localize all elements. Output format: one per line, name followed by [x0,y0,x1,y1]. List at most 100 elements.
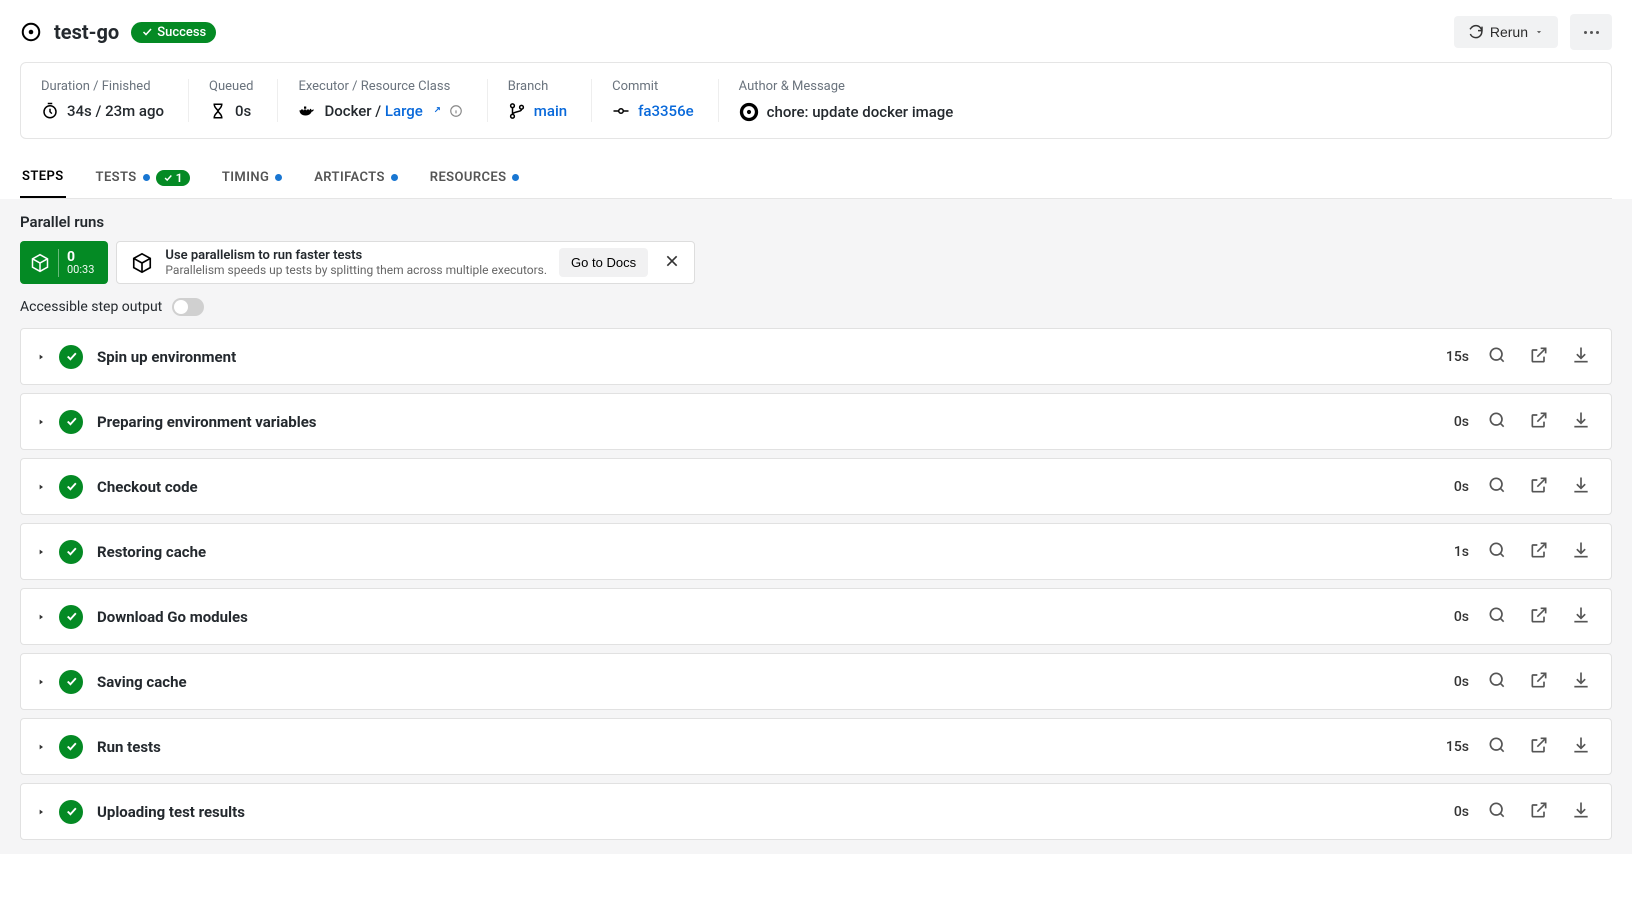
step-row[interactable]: Download Go modules 0s [20,588,1612,645]
success-icon [59,735,83,759]
download-icon [1571,540,1591,560]
download-step-button[interactable] [1567,471,1595,502]
step-duration: 0s [1454,804,1469,820]
step-row[interactable]: Uploading test results 0s [20,783,1612,840]
tab-dot-icon [391,174,398,181]
meta-duration: Duration / Finished 34s / 23m ago [41,79,189,122]
open-step-button[interactable] [1525,666,1553,697]
rerun-icon [1468,24,1484,40]
download-step-button[interactable] [1567,536,1595,567]
tab-resources[interactable]: RESOURCES [428,158,522,197]
step-row[interactable]: Saving cache 0s [20,653,1612,710]
tab-tests[interactable]: TESTS 1 [94,158,192,198]
parallelism-info-box: Use parallelism to run faster tests Para… [116,241,695,284]
download-icon [1571,410,1591,430]
search-step-button[interactable] [1483,341,1511,372]
step-row[interactable]: Run tests 15s [20,718,1612,775]
open-step-button[interactable] [1525,406,1553,437]
download-step-button[interactable] [1567,666,1595,697]
tab-steps[interactable]: STEPS [20,157,66,198]
accessible-output-label: Accessible step output [20,299,162,315]
search-step-button[interactable] [1483,601,1511,632]
step-name: Preparing environment variables [97,413,1440,431]
download-step-button[interactable] [1567,406,1595,437]
circleci-icon [20,21,42,43]
success-icon [59,605,83,629]
tab-timing[interactable]: TIMING [220,158,284,197]
download-icon [1571,475,1591,495]
download-step-button[interactable] [1567,731,1595,762]
tabs: STEPS TESTS 1 TIMING ARTIFACTS RESOURCES [20,157,1612,199]
success-icon [59,540,83,564]
accessible-output-toggle[interactable] [172,298,204,316]
step-name: Checkout code [97,478,1440,496]
step-row[interactable]: Checkout code 0s [20,458,1612,515]
external-link-icon [1529,735,1549,755]
close-info-button[interactable] [660,249,684,276]
download-step-button[interactable] [1567,796,1595,827]
search-icon [1487,410,1507,430]
step-duration: 1s [1454,544,1469,560]
more-actions-button[interactable] [1570,14,1612,50]
external-link-icon [1529,345,1549,365]
open-step-button[interactable] [1525,536,1553,567]
close-icon [664,253,680,269]
tab-artifacts[interactable]: ARTIFACTS [312,158,400,197]
expand-icon [37,418,45,426]
resource-class-link[interactable]: Large [385,102,423,120]
tab-dot-icon [512,174,519,181]
open-step-button[interactable] [1525,341,1553,372]
external-link-icon [431,106,441,116]
meta-executor: Executor / Resource Class Docker / Large [298,79,487,122]
search-step-button[interactable] [1483,796,1511,827]
search-step-button[interactable] [1483,536,1511,567]
success-icon [59,670,83,694]
open-step-button[interactable] [1525,601,1553,632]
steps-list: Spin up environment 15s Preparing enviro… [20,328,1612,840]
expand-icon [37,678,45,686]
search-icon [1487,475,1507,495]
check-icon [141,26,153,38]
box-icon [30,253,50,273]
download-icon [1571,800,1591,820]
search-icon [1487,800,1507,820]
meta-commit: Commit fa3356e [612,79,719,122]
branch-icon [508,102,526,120]
search-step-button[interactable] [1483,666,1511,697]
step-row[interactable]: Preparing environment variables 0s [20,393,1612,450]
download-step-button[interactable] [1567,341,1595,372]
tab-dot-icon [143,174,150,181]
external-link-icon [1529,605,1549,625]
download-step-button[interactable] [1567,601,1595,632]
step-row[interactable]: Restoring cache 1s [20,523,1612,580]
go-to-docs-button[interactable]: Go to Docs [559,248,648,277]
step-name: Download Go modules [97,608,1440,626]
search-step-button[interactable] [1483,406,1511,437]
success-icon [59,800,83,824]
info-icon[interactable] [449,104,463,118]
search-step-button[interactable] [1483,731,1511,762]
parallel-run-chip[interactable]: 0 00:33 [20,241,108,284]
download-icon [1571,735,1591,755]
search-step-button[interactable] [1483,471,1511,502]
job-header: test-go Success Rerun [20,0,1612,62]
rerun-button[interactable]: Rerun [1454,16,1558,48]
external-link-icon [1529,670,1549,690]
step-name: Run tests [97,738,1432,756]
expand-icon [37,808,45,816]
step-duration: 15s [1446,739,1469,755]
check-icon [163,173,173,183]
step-row[interactable]: Spin up environment 15s [20,328,1612,385]
branch-link[interactable]: main [534,102,567,120]
open-step-button[interactable] [1525,731,1553,762]
meta-branch: Branch main [508,79,592,122]
step-name: Uploading test results [97,803,1440,821]
expand-icon [37,613,45,621]
download-icon [1571,605,1591,625]
open-step-button[interactable] [1525,471,1553,502]
commit-link[interactable]: fa3356e [638,102,694,120]
external-link-icon [1529,540,1549,560]
open-step-button[interactable] [1525,796,1553,827]
search-icon [1487,540,1507,560]
hourglass-icon [209,102,227,120]
